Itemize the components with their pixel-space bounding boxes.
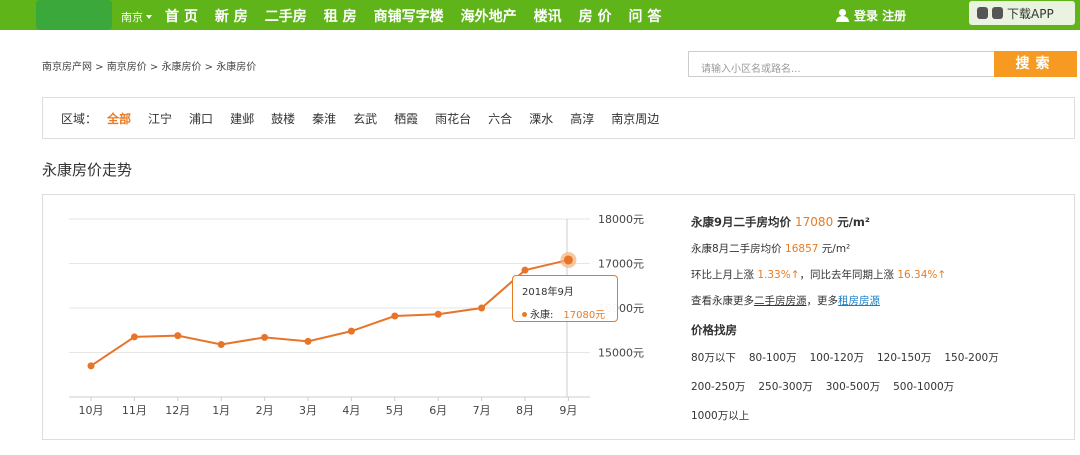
x-tick-label: 6月 [429,404,447,417]
price-range-link[interactable]: 250-300万 [758,379,812,394]
x-tick-label: 4月 [342,404,360,417]
x-tick-label: 5月 [386,404,404,417]
data-point [261,333,269,341]
y-tick-label: 17000元 [598,258,644,271]
data-point [521,266,529,274]
data-point [391,312,399,320]
summary-title: 永康9月二手房均价 [691,215,792,229]
mom-value: 1.33%↑ [757,269,800,281]
x-tick-label: 11月 [122,404,147,417]
x-tick-label: 12月 [165,404,190,417]
y-tick-label: 18000元 [598,213,644,226]
price-summary: 永康9月二手房均价 17080 元/m² 永康8月二手房均价 16857 元/m… [691,214,1021,437]
x-tick-label: 3月 [299,404,317,417]
more-mid: ，更多 [806,295,839,307]
data-point [347,327,355,335]
x-tick-label: 10月 [79,404,104,417]
resale-listings-link[interactable]: 二手房房源 [754,295,807,307]
price-range-links: 80万以下 80-100万 100-120万 120-150万 150-200万 200-… [691,350,1021,437]
x-tick-label: 9月 [559,404,577,417]
price-range-link[interactable]: 80-100万 [749,350,797,365]
price-range-link[interactable]: 500-1000万 [893,379,954,394]
mom-label: 环比上月上涨 [691,269,754,281]
x-tick-label: 2月 [256,404,274,417]
x-tick-label: 1月 [212,404,230,417]
price-range-link[interactable]: 1000万以上 [691,408,749,423]
prev-month-label: 永康8月二手房均价 [691,243,782,255]
x-tick-label: 7月 [473,404,491,417]
data-point [478,304,486,312]
data-point [174,332,182,340]
price-range-link[interactable]: 300-500万 [826,379,880,394]
data-point [563,255,573,265]
yoy-value: 16.34%↑ [897,269,947,281]
series-line [90,258,569,367]
y-tick-label: 15000元 [598,347,644,360]
data-point [434,310,442,318]
rental-listings-link[interactable]: 租房房源 [838,295,880,307]
series-dot-icon [522,312,527,317]
more-prefix: 查看永康更多 [691,295,754,307]
price-range-link[interactable]: 120-150万 [877,350,931,365]
chart-tooltip: 2018年9月 永康: 17080元 [512,275,618,322]
data-point [130,333,138,341]
data-point [304,337,312,345]
tooltip-series: 永康: [530,310,554,321]
tooltip-value: 17080元 [563,310,606,321]
yoy-label: ，同比去年同期上涨 [799,269,895,281]
price-search-title: 价格找房 [691,323,737,337]
data-point [217,340,225,348]
price-range-link[interactable]: 150-200万 [944,350,998,365]
summary-price: 17080 [795,215,834,229]
price-range-link[interactable]: 100-120万 [810,350,864,365]
x-tick-label: 8月 [516,404,534,417]
price-range-link[interactable]: 200-250万 [691,379,745,394]
data-point [87,362,95,370]
prev-month-price: 16857 [785,243,819,255]
price-range-link[interactable]: 80万以下 [691,350,736,365]
prev-month-unit: 元/m² [821,243,851,255]
summary-unit: 元/m² [837,215,870,229]
tooltip-title: 2018年9月 [522,287,574,298]
